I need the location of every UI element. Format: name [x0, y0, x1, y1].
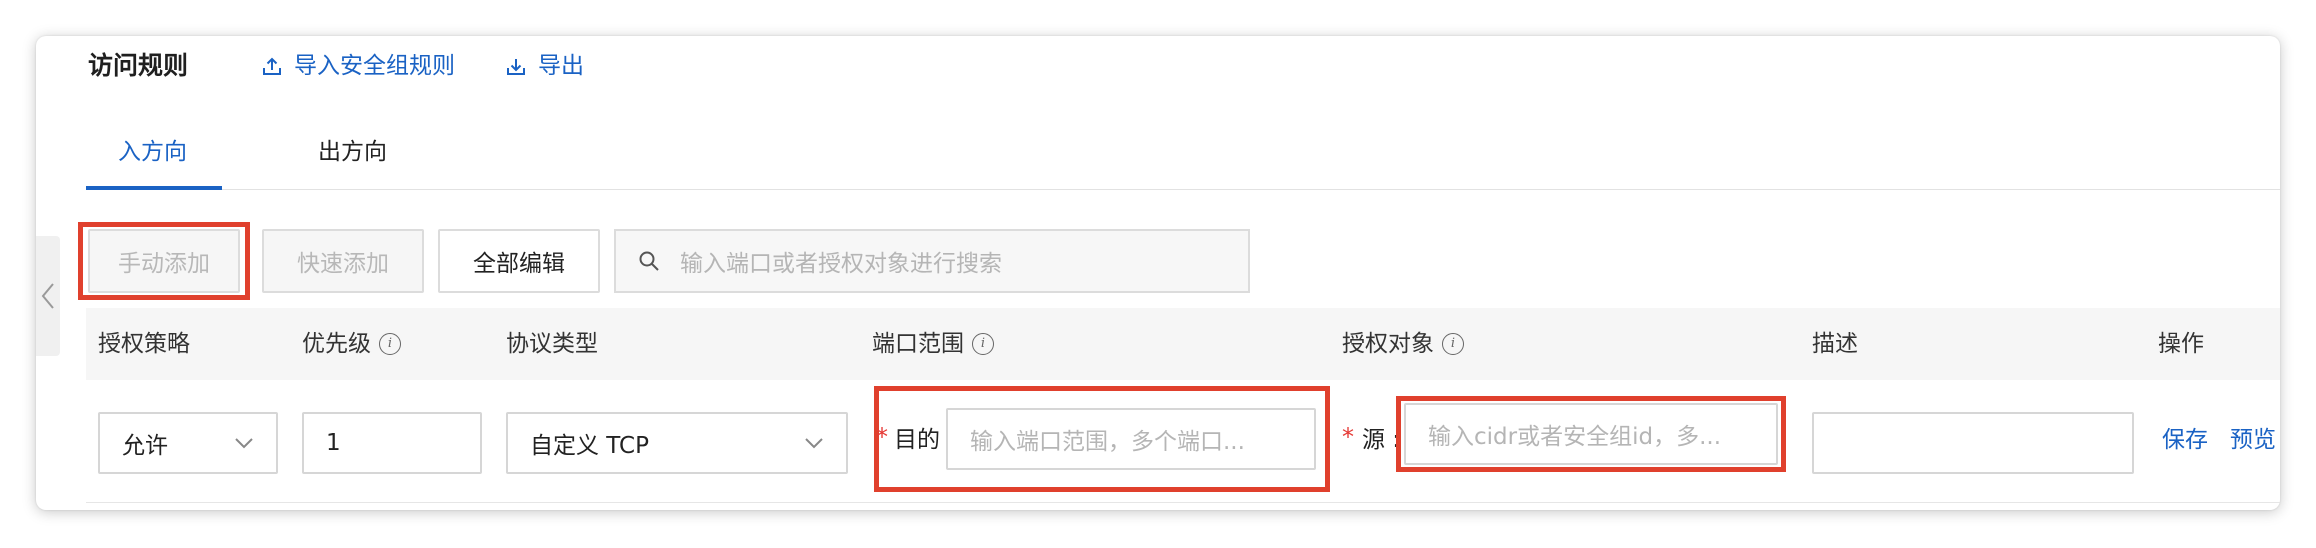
tab-outbound[interactable]: 出方向 — [318, 132, 387, 172]
manual-add-button[interactable]: 手动添加 — [88, 229, 240, 293]
priority-value: 1 — [326, 430, 341, 456]
column-description: 描述 — [1812, 331, 1858, 357]
column-port-range: 端口范围 i — [872, 308, 994, 380]
quick-add-button[interactable]: 快速添加 — [262, 229, 424, 293]
search-placeholder: 输入端口或者授权对象进行搜索 — [680, 251, 1002, 277]
info-icon[interactable]: i — [379, 333, 401, 355]
port-range-label: * 目的 — [876, 423, 940, 453]
column-actions: 操作 — [2158, 331, 2204, 357]
chevron-down-icon — [805, 438, 823, 449]
priority-input[interactable]: 1 — [302, 412, 482, 474]
column-policy: 授权策略 — [98, 331, 190, 357]
table-header — [86, 308, 2280, 380]
export-label: 导出 — [538, 53, 584, 79]
active-tab-indicator — [86, 186, 222, 190]
port-range-input[interactable]: 输入端口范围，多个端口... — [946, 408, 1316, 470]
protocol-select[interactable]: 自定义 TCP — [506, 412, 848, 474]
access-rules-panel: 访问规则 导入安全组规则 导出 入方向 出方向 手动添加 快速添加 全部编辑 输… — [36, 36, 2280, 510]
import-rules-label: 导入安全组规则 — [294, 53, 455, 79]
source-input[interactable]: 输入cidr或者安全组id，多... — [1404, 403, 1778, 465]
chevron-down-icon — [235, 438, 253, 449]
edit-all-button[interactable]: 全部编辑 — [438, 229, 600, 293]
protocol-value: 自定义 TCP — [530, 433, 649, 459]
source-placeholder: 输入cidr或者安全组id，多... — [1428, 424, 1722, 450]
info-icon[interactable]: i — [1442, 333, 1464, 355]
policy-select[interactable]: 允许 — [98, 412, 278, 474]
policy-value: 允许 — [122, 433, 168, 459]
row-divider — [86, 502, 2280, 503]
upload-icon — [263, 57, 281, 75]
tabs-divider — [86, 189, 2280, 190]
info-icon[interactable]: i — [972, 333, 994, 355]
required-marker: * — [1342, 423, 1354, 451]
preview-button[interactable]: 预览 — [2230, 418, 2276, 462]
description-input[interactable] — [1812, 412, 2134, 474]
page-title: 访问规则 — [88, 51, 189, 80]
search-icon — [639, 251, 659, 271]
save-button[interactable]: 保存 — [2162, 418, 2208, 462]
download-icon — [507, 59, 525, 75]
chevron-left-icon — [41, 283, 54, 309]
required-marker: * — [876, 423, 888, 451]
source-label: * 源 : — [1342, 423, 1401, 453]
column-protocol: 协议类型 — [506, 331, 598, 357]
search-input[interactable]: 输入端口或者授权对象进行搜索 — [614, 229, 1250, 293]
tab-inbound[interactable]: 入方向 — [118, 132, 187, 172]
export-button[interactable]: 导出 — [506, 44, 584, 88]
column-priority: 优先级 i — [302, 308, 401, 380]
port-range-placeholder: 输入端口范围，多个端口... — [970, 429, 1245, 455]
collapse-handle[interactable] — [36, 236, 60, 356]
column-auth-object: 授权对象 i — [1342, 308, 1464, 380]
import-rules-button[interactable]: 导入安全组规则 — [262, 44, 455, 88]
